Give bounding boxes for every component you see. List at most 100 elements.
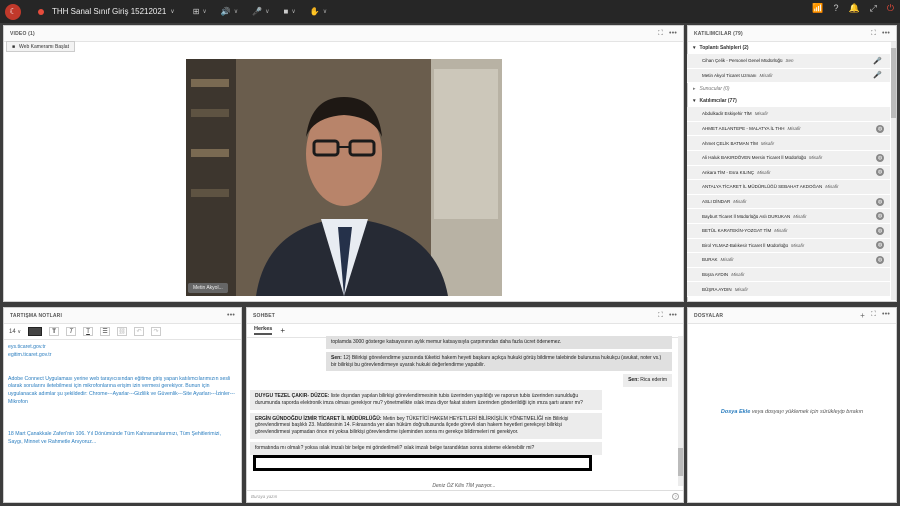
- participant-role: Sen: [785, 58, 794, 64]
- participants-scrollbar[interactable]: [891, 42, 896, 300]
- participant-row[interactable]: Metin Akyol Ticaret Uzmanı Misafir 🎤: [687, 68, 890, 84]
- fullscreen-icon[interactable]: ⛶: [658, 30, 663, 38]
- meeting-title[interactable]: THH Sanal Sınıf Giriş 15212021: [52, 7, 166, 16]
- link-icon[interactable]: ⛓: [117, 327, 128, 336]
- power-icon[interactable]: ⏻: [887, 3, 894, 14]
- participant-name: Ahmet ÇELİK BATMAN TİM: [702, 140, 758, 146]
- menu-dots-icon[interactable]: •••: [882, 311, 890, 320]
- text-color-swatch[interactable]: [28, 327, 43, 336]
- apps-menu[interactable]: ⊞ ∨: [193, 7, 207, 16]
- participant-name: AHMET ASLANTEPE - MALATYA İL THH: [702, 126, 785, 132]
- chat-input-placeholder: Buraya yazın: [251, 494, 278, 499]
- tab-everyone[interactable]: Herkes: [254, 326, 273, 335]
- participant-name: Ankara TİM - Esra KILINÇ: [702, 169, 755, 175]
- participant-name: Metin Akyol Ticaret Uzmanı: [702, 72, 757, 78]
- fullscreen-icon[interactable]: ⛶: [658, 312, 663, 320]
- chat-input[interactable]: Buraya yazın ?: [247, 490, 683, 502]
- camera-menu[interactable]: ■ ∨: [284, 7, 296, 16]
- chevron-down-icon: ∨: [322, 9, 328, 15]
- menu-dots-icon[interactable]: •••: [227, 312, 235, 319]
- add-file-link[interactable]: Dosya Ekle: [721, 409, 750, 415]
- participant-row[interactable]: Ahmet ÇELİK BATMAN TİM Misafir: [687, 136, 890, 151]
- chat-scrollbar[interactable]: [678, 336, 683, 486]
- menu-dots-icon[interactable]: •••: [669, 30, 677, 38]
- help-icon[interactable]: ?: [833, 3, 838, 14]
- participant-role: Misafir: [825, 184, 839, 190]
- font-size-select[interactable]: 14 ∨: [9, 329, 21, 335]
- files-empty-text: veya dosyayı yüklemek için sürükleyip bı…: [750, 409, 864, 415]
- participant-name: ASLI DİNDAR: [702, 199, 731, 205]
- chevron-down-icon: ▾: [693, 98, 696, 105]
- chat-message: DUYGU TEZEL ÇAKIR- DÜZCE: liste dışından…: [250, 390, 602, 410]
- participant-role: Misafir: [790, 242, 805, 248]
- chevron-down-icon: ∨: [202, 9, 207, 15]
- video-pod-title: VIDEO (1): [10, 30, 35, 37]
- globe-icon: ◍: [876, 226, 884, 235]
- globe-icon: ◍: [876, 168, 884, 177]
- participant-role: Misafir: [809, 155, 823, 161]
- help-icon[interactable]: ?: [672, 493, 679, 500]
- list-icon[interactable]: ☰: [100, 327, 111, 336]
- chevron-right-icon: ▸: [693, 86, 696, 93]
- add-tab-button[interactable]: +: [280, 326, 285, 335]
- participant-row[interactable]: ASLI DİNDAR Misafir ◍: [687, 194, 890, 210]
- chat-text: formatında mı olmalı? yoksa ıslak imzalı…: [255, 444, 535, 451]
- participant-name: Ali Haluk BAKIRDÖVEN Mersin Ticaret İl M…: [702, 155, 807, 161]
- attendees-group-label: Katılımcılar (77): [699, 98, 737, 105]
- participant-row[interactable]: Cihan Çelik - Personel Genel Müdürlüğü S…: [687, 54, 890, 69]
- note-line: [8, 423, 237, 431]
- participant-row[interactable]: Birol YILMAZ-Balıkesir Ticaret İl Müdürl…: [687, 238, 890, 254]
- participant-row[interactable]: Ankara TİM - Esra KILINÇ Misafir ◍: [687, 165, 890, 181]
- fullscreen-icon[interactable]: ⛶: [871, 30, 876, 38]
- scrollbar-thumb[interactable]: [891, 48, 896, 118]
- note-line: eys.ticaret.gov.tr: [8, 344, 46, 350]
- participant-row[interactable]: BETÜL KARATEKİN-YOZGAT TİM Misafir ◍: [687, 223, 890, 239]
- notes-title: TARTIŞMA NOTLARI: [10, 312, 63, 319]
- note-line: Adobe Connect Uygulaması yerine web tara…: [8, 375, 235, 405]
- chat-text: 12) Bilirkişi görevlendirme yazısında tü…: [331, 354, 662, 368]
- participant-row[interactable]: Bayburt Ticaret İl Müdürlüğü Aslı DURUKA…: [687, 209, 890, 224]
- participant-row[interactable]: ANTALYA TİCARET İL MÜDÜRLÜĞÜ SEBAHAT AKD…: [687, 180, 890, 195]
- participant-row[interactable]: BÜŞRA AYDIN Misafir: [687, 282, 890, 297]
- fullscreen-icon[interactable]: ⛶: [871, 311, 876, 320]
- italic-icon[interactable]: T: [66, 327, 77, 336]
- participant-name: BURAK: [702, 257, 718, 263]
- chevron-down-icon: ∨: [17, 328, 22, 335]
- chat-sender: ERGİN GÜNDOĞDU İZMİR TİCARET İL MÜDÜRLÜĞ…: [255, 415, 382, 422]
- webcam-video[interactable]: [186, 59, 502, 296]
- participant-role: Misafir: [774, 228, 788, 234]
- chevron-down-icon: ∨: [265, 9, 270, 15]
- menu-dots-icon[interactable]: •••: [882, 30, 890, 38]
- hosts-group[interactable]: ▾ Toplantı Sahipleri (2): [687, 42, 890, 54]
- notes-body[interactable]: eys.ticaret.gov.tr egitim.ticaret.gov.tr A…: [4, 340, 241, 450]
- bold-icon[interactable]: T: [49, 327, 60, 336]
- presenters-group[interactable]: ▸ Sunucular (0): [687, 83, 890, 95]
- attendees-group[interactable]: ▾ Katılımcılar (77): [687, 95, 890, 107]
- underline-icon[interactable]: T: [83, 327, 94, 336]
- redo-icon[interactable]: ↷: [151, 327, 162, 336]
- typing-indicator: Deniz ÖZ Kilis TİM yazıyor...: [432, 483, 496, 489]
- scrollbar-thumb[interactable]: [678, 448, 683, 476]
- participant-row[interactable]: AHMET ASLANTEPE - MALATYA İL THH Misafir ◍: [687, 121, 890, 137]
- notes-pod: TARTIŞMA NOTLARI ••• 14 ∨ T T T ☰ ⛓ ↶ ↷ …: [3, 307, 242, 503]
- participant-row[interactable]: Büşra AYDIN Misafir: [687, 267, 890, 283]
- microphone-menu[interactable]: 🎤 ∨: [252, 7, 269, 16]
- speaker-menu[interactable]: 🔊 ∨: [221, 7, 238, 16]
- menu-dots-icon[interactable]: •••: [669, 312, 677, 320]
- undo-icon[interactable]: ↶: [134, 327, 145, 336]
- participant-row[interactable]: BURAK Misafir ◍: [687, 253, 890, 268]
- chat-sender: DUYGU TEZEL ÇAKIR- DÜZCE:: [255, 393, 330, 399]
- participant-row[interactable]: Ali Haluk BAKIRDÖVEN Mersin Ticaret İl M…: [687, 150, 890, 166]
- video-speaker-label: Metin Akyol...: [188, 283, 228, 293]
- add-file-button[interactable]: +: [860, 311, 865, 320]
- fullscreen-icon[interactable]: ⤢: [870, 3, 877, 14]
- signal-icon[interactable]: 📶: [812, 3, 823, 14]
- raise-hand-menu[interactable]: ✋ ∨: [310, 7, 327, 16]
- participant-row[interactable]: Abdulkadir Eskişehir TİM Misafir: [687, 107, 890, 122]
- start-webcam-button[interactable]: ■ Web Kameramı Başlat: [6, 41, 75, 52]
- chat-message: formatında mı olmalı? yoksa ıslak imzalı…: [250, 441, 602, 455]
- chevron-down-icon[interactable]: ∨: [170, 8, 174, 15]
- video-pod-header: VIDEO (1) ⛶ •••: [4, 26, 683, 42]
- note-line: [8, 415, 237, 423]
- notification-icon[interactable]: 🔔: [848, 3, 859, 14]
